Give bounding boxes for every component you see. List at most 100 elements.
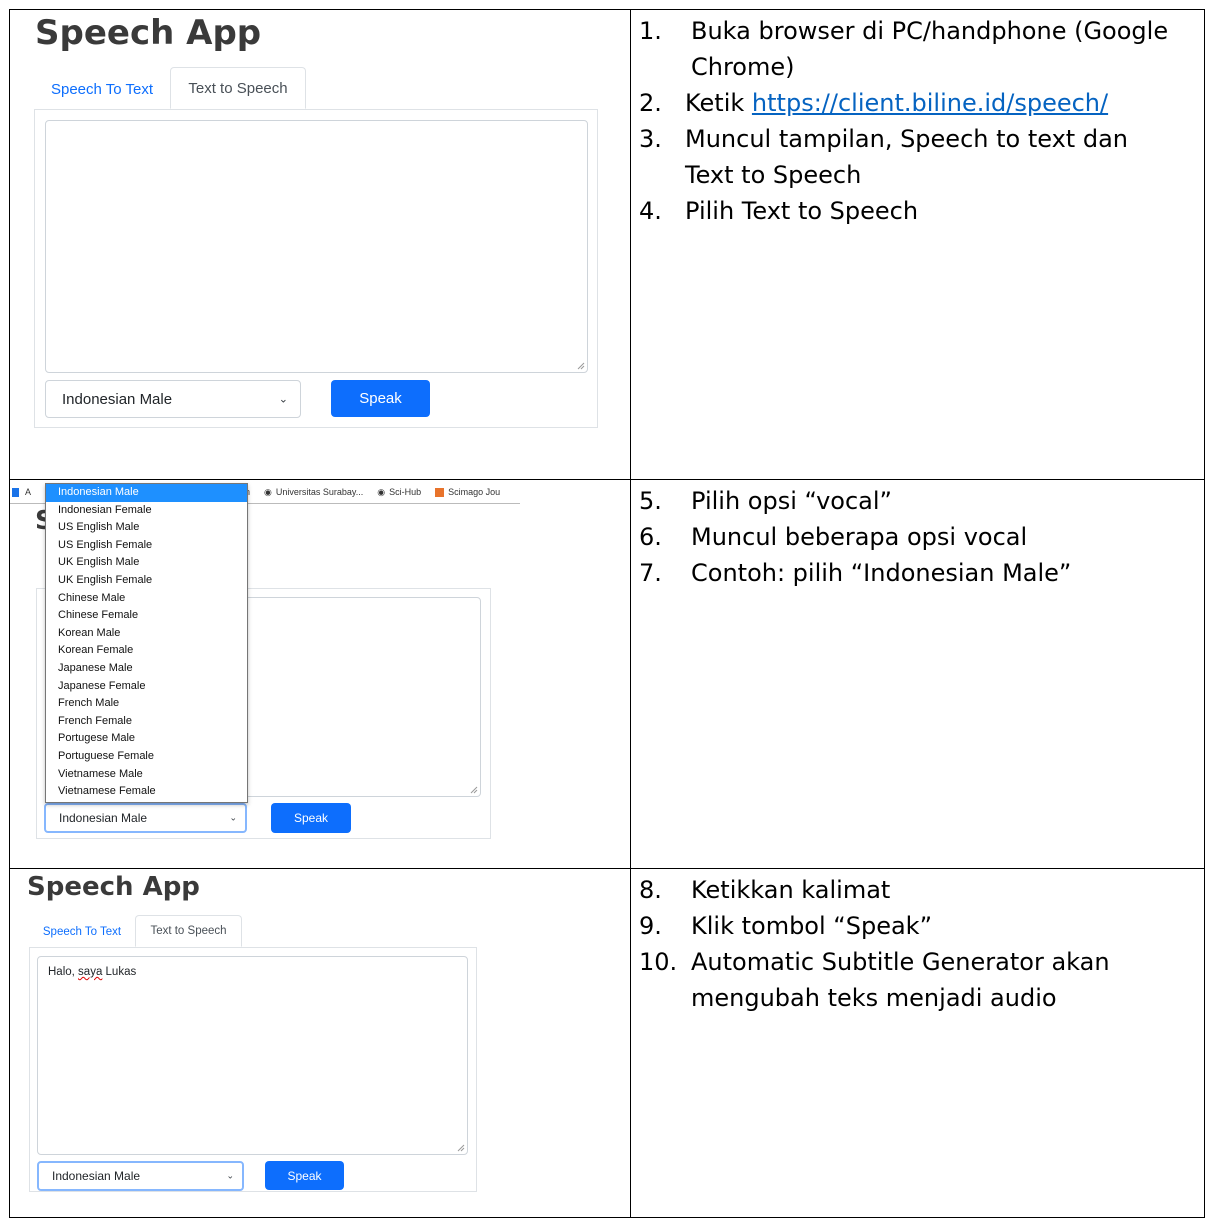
tab-speech-to-text[interactable]: Speech To Text — [34, 69, 170, 109]
step-item: 5. Pilih opsi “vocal” — [639, 483, 1184, 519]
step-number: 6. — [639, 523, 662, 551]
step-text: Ketikkan kalimat — [691, 876, 891, 904]
speak-button[interactable]: Speak — [265, 1161, 344, 1190]
screenshot-cell-3: Speech App Speech To Text Text to Speech… — [9, 868, 631, 1218]
step-text: Muncul beberapa opsi vocal — [691, 523, 1028, 551]
resize-handle-icon[interactable] — [577, 362, 585, 370]
speech-app-screenshot-3: Speech App Speech To Text Text to Speech… — [10, 869, 630, 1218]
bookmark-apps[interactable]: A — [12, 487, 31, 497]
voice-option[interactable]: Vietnamese Male — [46, 766, 247, 784]
speech-app-screenshot-1: Speech App Speech To Text Text to Speech… — [10, 10, 630, 480]
globe-icon: ◉ — [377, 486, 386, 497]
voice-select[interactable]: Indonesian Male ⌄ — [45, 380, 301, 418]
voice-option[interactable]: Japanese Female — [46, 678, 247, 696]
chevron-down-icon: ⌄ — [229, 812, 237, 823]
tab-bar: Speech To Text Text to Speech — [29, 915, 242, 947]
voice-option[interactable]: US English Female — [46, 537, 247, 555]
step-number: 4. — [639, 197, 662, 225]
voice-dropdown-list: Indonesian Male Indonesian Female US Eng… — [45, 483, 248, 803]
voice-option[interactable]: Portuguese Female — [46, 748, 247, 766]
text-input[interactable] — [45, 120, 588, 373]
voice-option[interactable]: Korean Male — [46, 625, 247, 643]
voice-option[interactable]: Indonesian Male — [46, 484, 247, 502]
step-item: 1. Buka browser di PC/handphone (Google … — [639, 13, 1184, 85]
step-item: 9. Klik tombol “Speak” — [639, 908, 1184, 944]
text-input[interactable]: Halo, saya Lukas — [37, 956, 468, 1155]
voice-select-value: Indonesian Male — [52, 1169, 141, 1183]
instruction-cell-1: 1. Buka browser di PC/handphone (Google … — [630, 9, 1205, 480]
tab-bar: Speech To Text Text to Speech — [34, 67, 306, 109]
step-text: Klik tombol “Speak” — [691, 912, 932, 940]
tab-text-to-speech[interactable]: Text to Speech — [135, 915, 242, 947]
tab-pane: Halo, saya Lukas Indonesian Male ⌄ Speak — [29, 947, 477, 1192]
tab-pane: Indonesian Male ⌄ Speak — [34, 109, 598, 428]
step-number: 10. — [639, 948, 678, 976]
voice-option[interactable]: UK English Male — [46, 554, 247, 572]
voice-option[interactable]: Chinese Male — [46, 590, 247, 608]
voice-option[interactable]: Korean Female — [46, 642, 247, 660]
voice-option[interactable]: Japanese Male — [46, 660, 247, 678]
step-number: 8. — [639, 876, 662, 904]
bookmark-scimago[interactable]: Scimago Jou — [435, 487, 500, 497]
step-number: 5. — [639, 487, 662, 515]
resize-handle-icon[interactable] — [470, 786, 478, 794]
instruction-table: Speech App Speech To Text Text to Speech… — [9, 9, 1205, 1218]
voice-option[interactable]: UK English Female — [46, 572, 247, 590]
chevron-down-icon: ⌄ — [278, 393, 288, 406]
step-item: 4. Pilih Text to Speech — [639, 193, 1184, 229]
step-item: 3. Muncul tampilan, Speech to text dan T… — [639, 121, 1184, 193]
screenshot-cell-1: Speech App Speech To Text Text to Speech… — [9, 9, 631, 480]
globe-icon: ◉ — [264, 486, 272, 497]
instruction-cell-3: 8. Ketikkan kalimat 9. Klik tombol “Spea… — [630, 868, 1205, 1218]
step-item: 6. Muncul beberapa opsi vocal — [639, 519, 1184, 555]
typed-text: Halo, — [48, 966, 79, 978]
step-number: 2. — [639, 89, 662, 117]
bookmark-scihub[interactable]: ◉ Sci-Hub — [377, 487, 421, 498]
step-item: 7. Contoh: pilih “Indonesian Male” — [639, 555, 1184, 591]
step-text: Muncul tampilan, Speech to text dan Text… — [685, 125, 1128, 189]
voice-select-value: Indonesian Male — [59, 811, 148, 825]
resize-handle-icon[interactable] — [457, 1144, 465, 1152]
voice-option[interactable]: French Female — [46, 713, 247, 731]
tab-speech-to-text[interactable]: Speech To Text — [29, 917, 135, 947]
step-number: 3. — [639, 125, 662, 153]
voice-option[interactable]: Indonesian Female — [46, 502, 247, 520]
page-title: Speech App — [35, 13, 262, 53]
apps-icon — [12, 487, 19, 497]
screenshot-cell-2: A ogin ◉Universitas Surabay... ◉Sci-Hub … — [9, 479, 631, 869]
steps-list-3: 8. Ketikkan kalimat 9. Klik tombol “Spea… — [639, 872, 1184, 1016]
speech-app-screenshot-2: A ogin ◉Universitas Surabay... ◉Sci-Hub … — [10, 480, 630, 869]
step-text: Ketik — [685, 89, 752, 117]
instruction-cell-2: 5. Pilih opsi “vocal” 6. Muncul beberapa… — [630, 479, 1205, 869]
voice-select-value: Indonesian Male — [62, 390, 173, 408]
step-number: 9. — [639, 912, 662, 940]
step-text: Buka browser di PC/handphone (Google Chr… — [691, 17, 1169, 81]
chevron-down-icon: ⌄ — [226, 1170, 234, 1181]
voice-option[interactable]: US English Male — [46, 519, 247, 537]
step-number: 1. — [639, 17, 662, 45]
step-number: 7. — [639, 559, 662, 587]
speak-button[interactable]: Speak — [331, 380, 430, 417]
scimago-icon — [435, 487, 445, 497]
voice-option[interactable]: French Male — [46, 695, 247, 713]
tab-text-to-speech[interactable]: Text to Speech — [170, 67, 306, 109]
step-text: Pilih opsi “vocal” — [691, 487, 892, 515]
voice-select[interactable]: Indonesian Male ⌄ — [44, 803, 247, 833]
typed-text-flagged-word: saya — [78, 966, 103, 978]
voice-select[interactable]: Indonesian Male ⌄ — [37, 1161, 244, 1191]
typed-text: Lukas — [102, 966, 137, 978]
steps-list-1: 1. Buka browser di PC/handphone (Google … — [639, 13, 1184, 229]
speech-url-link[interactable]: https://client.biline.id/speech/ — [752, 89, 1108, 117]
page-title: Speech App — [27, 872, 200, 902]
speak-button[interactable]: Speak — [271, 803, 351, 833]
steps-list-2: 5. Pilih opsi “vocal” 6. Muncul beberapa… — [639, 483, 1184, 591]
step-item: 2. Ketik https://client.biline.id/speech… — [639, 85, 1184, 121]
bookmark-universitas[interactable]: ◉ Universitas Surabay... — [264, 487, 363, 498]
step-text: Contoh: pilih “Indonesian Male” — [691, 559, 1072, 587]
voice-option[interactable]: Chinese Female — [46, 607, 247, 625]
step-item: 10. Automatic Subtitle Generator akan me… — [639, 944, 1184, 1016]
voice-option[interactable]: Vietnamese Female — [46, 783, 247, 801]
voice-option[interactable]: Portugese Male — [46, 730, 247, 748]
step-text: Pilih Text to Speech — [685, 197, 919, 225]
step-item: 8. Ketikkan kalimat — [639, 872, 1184, 908]
